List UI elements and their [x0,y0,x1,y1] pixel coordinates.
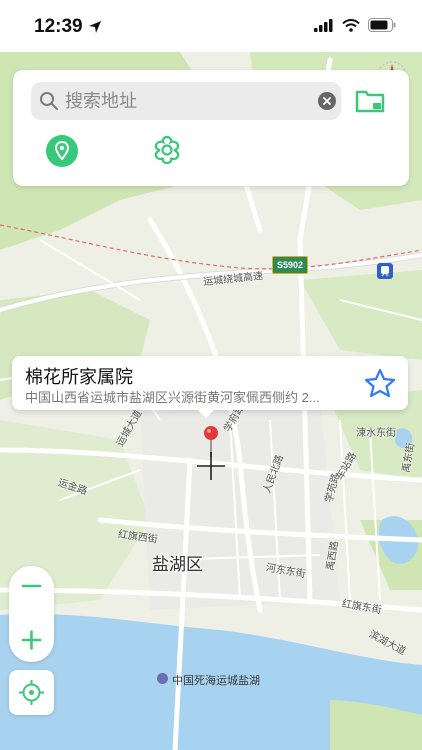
cellular-signal-icon [314,18,333,32]
search-panel [13,70,409,186]
locate-button[interactable] [9,670,54,715]
scenic-spot-icon [157,673,168,684]
folder-icon[interactable] [355,88,385,114]
wifi-icon [342,18,360,32]
place-address: 中国山西省运城市盐湖区兴源街黄河家佩西侧约 2... [25,390,320,405]
status-icons [314,18,396,32]
center-crosshair-icon [197,452,225,480]
location-arrow-icon [89,21,101,33]
highway-shield: S5902 [272,256,308,274]
search-input[interactable] [65,82,315,120]
map-label-road: 涑水东街 [356,428,396,439]
crosshair-locate-icon [19,680,44,705]
plus-icon[interactable] [9,614,54,662]
status-bar: 12:39 [0,0,422,52]
flower-settings-icon[interactable] [151,134,183,166]
minus-icon[interactable] [9,566,54,614]
location-pin-icon [54,140,70,161]
star-icon[interactable] [364,368,396,398]
search-icon [40,92,58,110]
battery-icon [368,18,396,32]
status-time: 12:39 [34,16,83,37]
clear-icon[interactable] [318,92,336,110]
zoom-control [9,566,54,662]
map-label-saltlake: 中国死海运城盐湖 [172,675,260,687]
location-pin-button[interactable] [46,135,78,167]
place-title: 棉花所家属院 [25,367,133,387]
map-label-district: 盐湖区 [152,555,203,574]
search-box[interactable] [31,82,341,120]
place-popup[interactable]: 棉花所家属院 中国山西省运城市盐湖区兴源街黄河家佩西侧约 2... [12,356,408,418]
train-station-icon [377,263,393,279]
